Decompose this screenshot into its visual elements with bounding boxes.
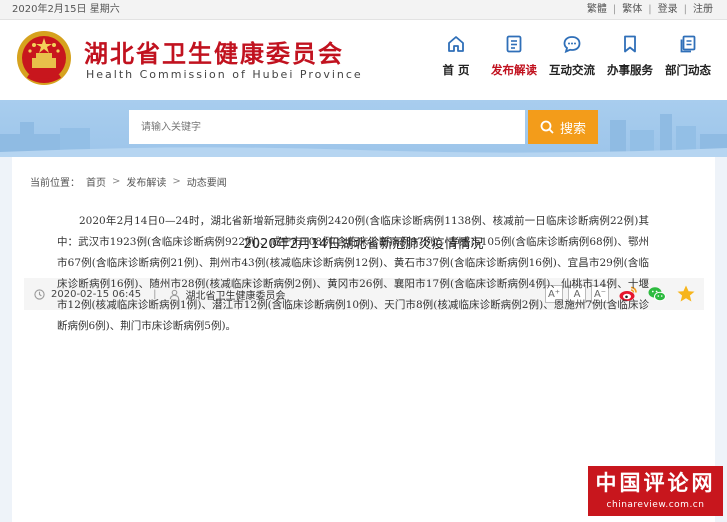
nav-interaction-label: 互动交流 [549,63,595,77]
simplified-chinese-link[interactable]: 繁体 [622,0,642,20]
article-body: 2020年2月14日0—24时，湖北省新增新冠肺炎病例2420例(含临床诊断病例… [57,215,649,332]
breadcrumb-prefix: 当前位置： [30,178,80,189]
divider: | [648,4,652,15]
site-subtitle: Health Commission of Hubei Province [86,68,363,81]
divider: | [612,4,617,15]
watermark-url: chinareview.com.cn [606,500,705,510]
nav-services[interactable]: 办事服务 [601,34,659,78]
breadcrumb-news[interactable]: 动态要闻 [187,174,227,189]
breadcrumb-home[interactable]: 首页 [86,174,106,189]
nav-interaction[interactable]: 互动交流 [543,34,601,78]
nav-release-interpretation[interactable]: 发布解读 [485,34,543,78]
site-title[interactable]: 湖北省卫生健康委员会 [84,34,344,69]
national-emblem-logo[interactable] [14,28,74,90]
search-button[interactable]: 搜索 [528,110,598,144]
nav-release-label: 发布解读 [491,63,537,77]
nav-department-label: 部门动态 [665,63,711,77]
wechat-icon[interactable] [647,284,667,304]
chinareview-watermark-logo: 中国评论网 chinareview.com.cn [588,466,723,516]
clock-icon [34,288,45,300]
site-header: 湖北省卫生健康委员会 Health Commission of Hubei Pr… [0,20,727,100]
search-input[interactable] [129,110,525,144]
traditional-chinese-link[interactable]: 繁體 [587,0,607,20]
divider: | [683,4,687,15]
breadcrumb: 当前位置： 首页 > 发布解读 > 动态要闻 [30,174,227,189]
chat-icon [562,34,582,54]
top-links: 繁體 | 繁体 | 登录 | 注册 [587,0,713,20]
nav-services-label: 办事服务 [607,63,653,77]
favorite-star-icon[interactable] [676,284,696,304]
search-icon [540,120,554,134]
chevron-right-icon: > [172,176,181,187]
nav-home-label: 首 页 [442,63,470,77]
main-nav: 首 页 发布解读 互动交流 办事服务 部门动态 [427,34,717,78]
home-icon [446,34,466,54]
current-date: 2020年2月15日 星期六 [12,4,120,15]
login-link[interactable]: 登录 [658,0,678,20]
search-banner: 搜索 [0,100,727,157]
nav-home[interactable]: 首 页 [427,34,485,78]
search-button-label: 搜索 [559,121,586,137]
chevron-right-icon: > [112,176,121,187]
document-icon [504,34,524,54]
bookmark-icon [620,34,640,54]
pages-icon [678,34,698,54]
top-bar: 2020年2月15日 星期六 繁體 | 繁体 | 登录 | 注册 [0,0,727,20]
nav-department-news[interactable]: 部门动态 [659,34,717,78]
breadcrumb-release[interactable]: 发布解读 [126,174,166,189]
register-link[interactable]: 注册 [693,0,713,20]
watermark-title: 中国评论网 [595,471,716,495]
